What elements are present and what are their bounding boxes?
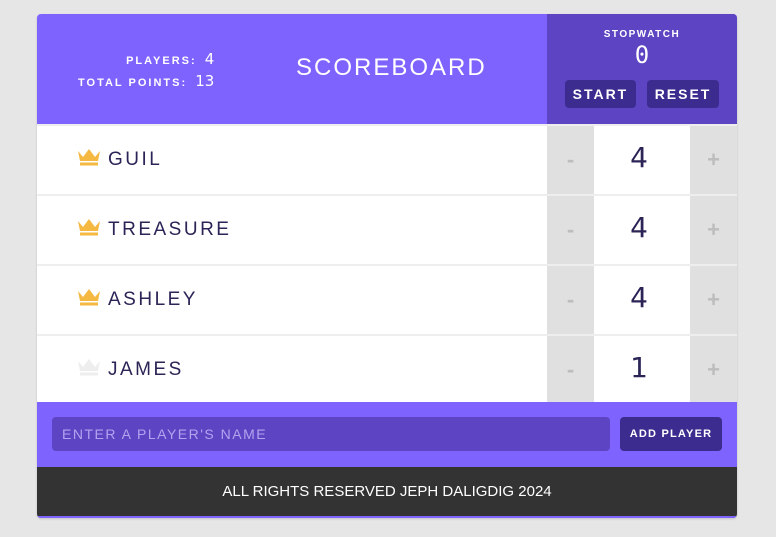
player-name: TREASURE bbox=[108, 219, 232, 240]
increment-button[interactable]: + bbox=[690, 266, 737, 334]
decrement-button[interactable]: - bbox=[547, 336, 594, 404]
player-score: 1 bbox=[630, 351, 648, 384]
crown-icon bbox=[78, 289, 100, 306]
player-name: GUIL bbox=[108, 149, 163, 170]
player-score: 4 bbox=[630, 211, 648, 244]
stopwatch-label: STOPWATCH bbox=[603, 29, 681, 40]
add-player-button[interactable]: ADD PLAYER bbox=[620, 417, 722, 451]
increment-button[interactable]: + bbox=[690, 196, 737, 264]
increment-button[interactable]: + bbox=[690, 126, 737, 194]
players-stat: PLAYERS: 4 bbox=[78, 48, 214, 70]
decrement-button[interactable]: - bbox=[547, 126, 594, 194]
crown-icon bbox=[78, 359, 100, 376]
increment-button[interactable]: + bbox=[690, 336, 737, 404]
players-count: 4 bbox=[204, 50, 215, 68]
player-score: 4 bbox=[630, 141, 648, 174]
score-counter: - 4 + bbox=[547, 266, 737, 334]
decrement-button[interactable]: - bbox=[547, 266, 594, 334]
page-title: SCOREBOARD bbox=[296, 54, 487, 81]
player-row: GUIL - 4 + bbox=[37, 124, 737, 194]
player-score: 4 bbox=[630, 281, 648, 314]
score-counter: - 4 + bbox=[547, 126, 737, 194]
score-counter: - 4 + bbox=[547, 196, 737, 264]
stopwatch: STOPWATCH 0 START RESET bbox=[547, 14, 737, 124]
player-row: ASHLEY - 4 + bbox=[37, 264, 737, 334]
scoreboard-header: PLAYERS: 4 TOTAL POINTS: 13 SCOREBOARD S… bbox=[37, 14, 737, 124]
total-points-label: TOTAL POINTS: bbox=[78, 77, 188, 89]
player-row: TREASURE - 4 + bbox=[37, 194, 737, 264]
add-player-form: ADD PLAYER bbox=[37, 402, 737, 467]
player-row: JAMES - 1 + bbox=[37, 334, 737, 404]
score-counter: - 1 + bbox=[547, 336, 737, 404]
player-name: JAMES bbox=[108, 359, 184, 380]
start-button[interactable]: START bbox=[564, 80, 637, 108]
footer: ALL RIGHTS RESERVED JEPH DALIGDIG 2024 bbox=[37, 467, 737, 518]
total-points-value: 13 bbox=[195, 72, 215, 90]
crown-icon bbox=[78, 219, 100, 236]
total-points-stat: TOTAL POINTS: 13 bbox=[78, 70, 214, 92]
player-list: GUIL - 4 + TREASURE - 4 + ASHLEY - 4 + J… bbox=[37, 124, 737, 404]
stopwatch-time: 0 bbox=[634, 41, 650, 69]
scoreboard: PLAYERS: 4 TOTAL POINTS: 13 SCOREBOARD S… bbox=[37, 14, 737, 518]
player-name: ASHLEY bbox=[108, 289, 198, 310]
player-name-input[interactable] bbox=[52, 417, 610, 451]
crown-icon bbox=[78, 149, 100, 166]
reset-button[interactable]: RESET bbox=[646, 80, 720, 108]
stats-panel: PLAYERS: 4 TOTAL POINTS: 13 bbox=[78, 48, 214, 92]
players-label: PLAYERS: bbox=[126, 55, 197, 67]
decrement-button[interactable]: - bbox=[547, 196, 594, 264]
